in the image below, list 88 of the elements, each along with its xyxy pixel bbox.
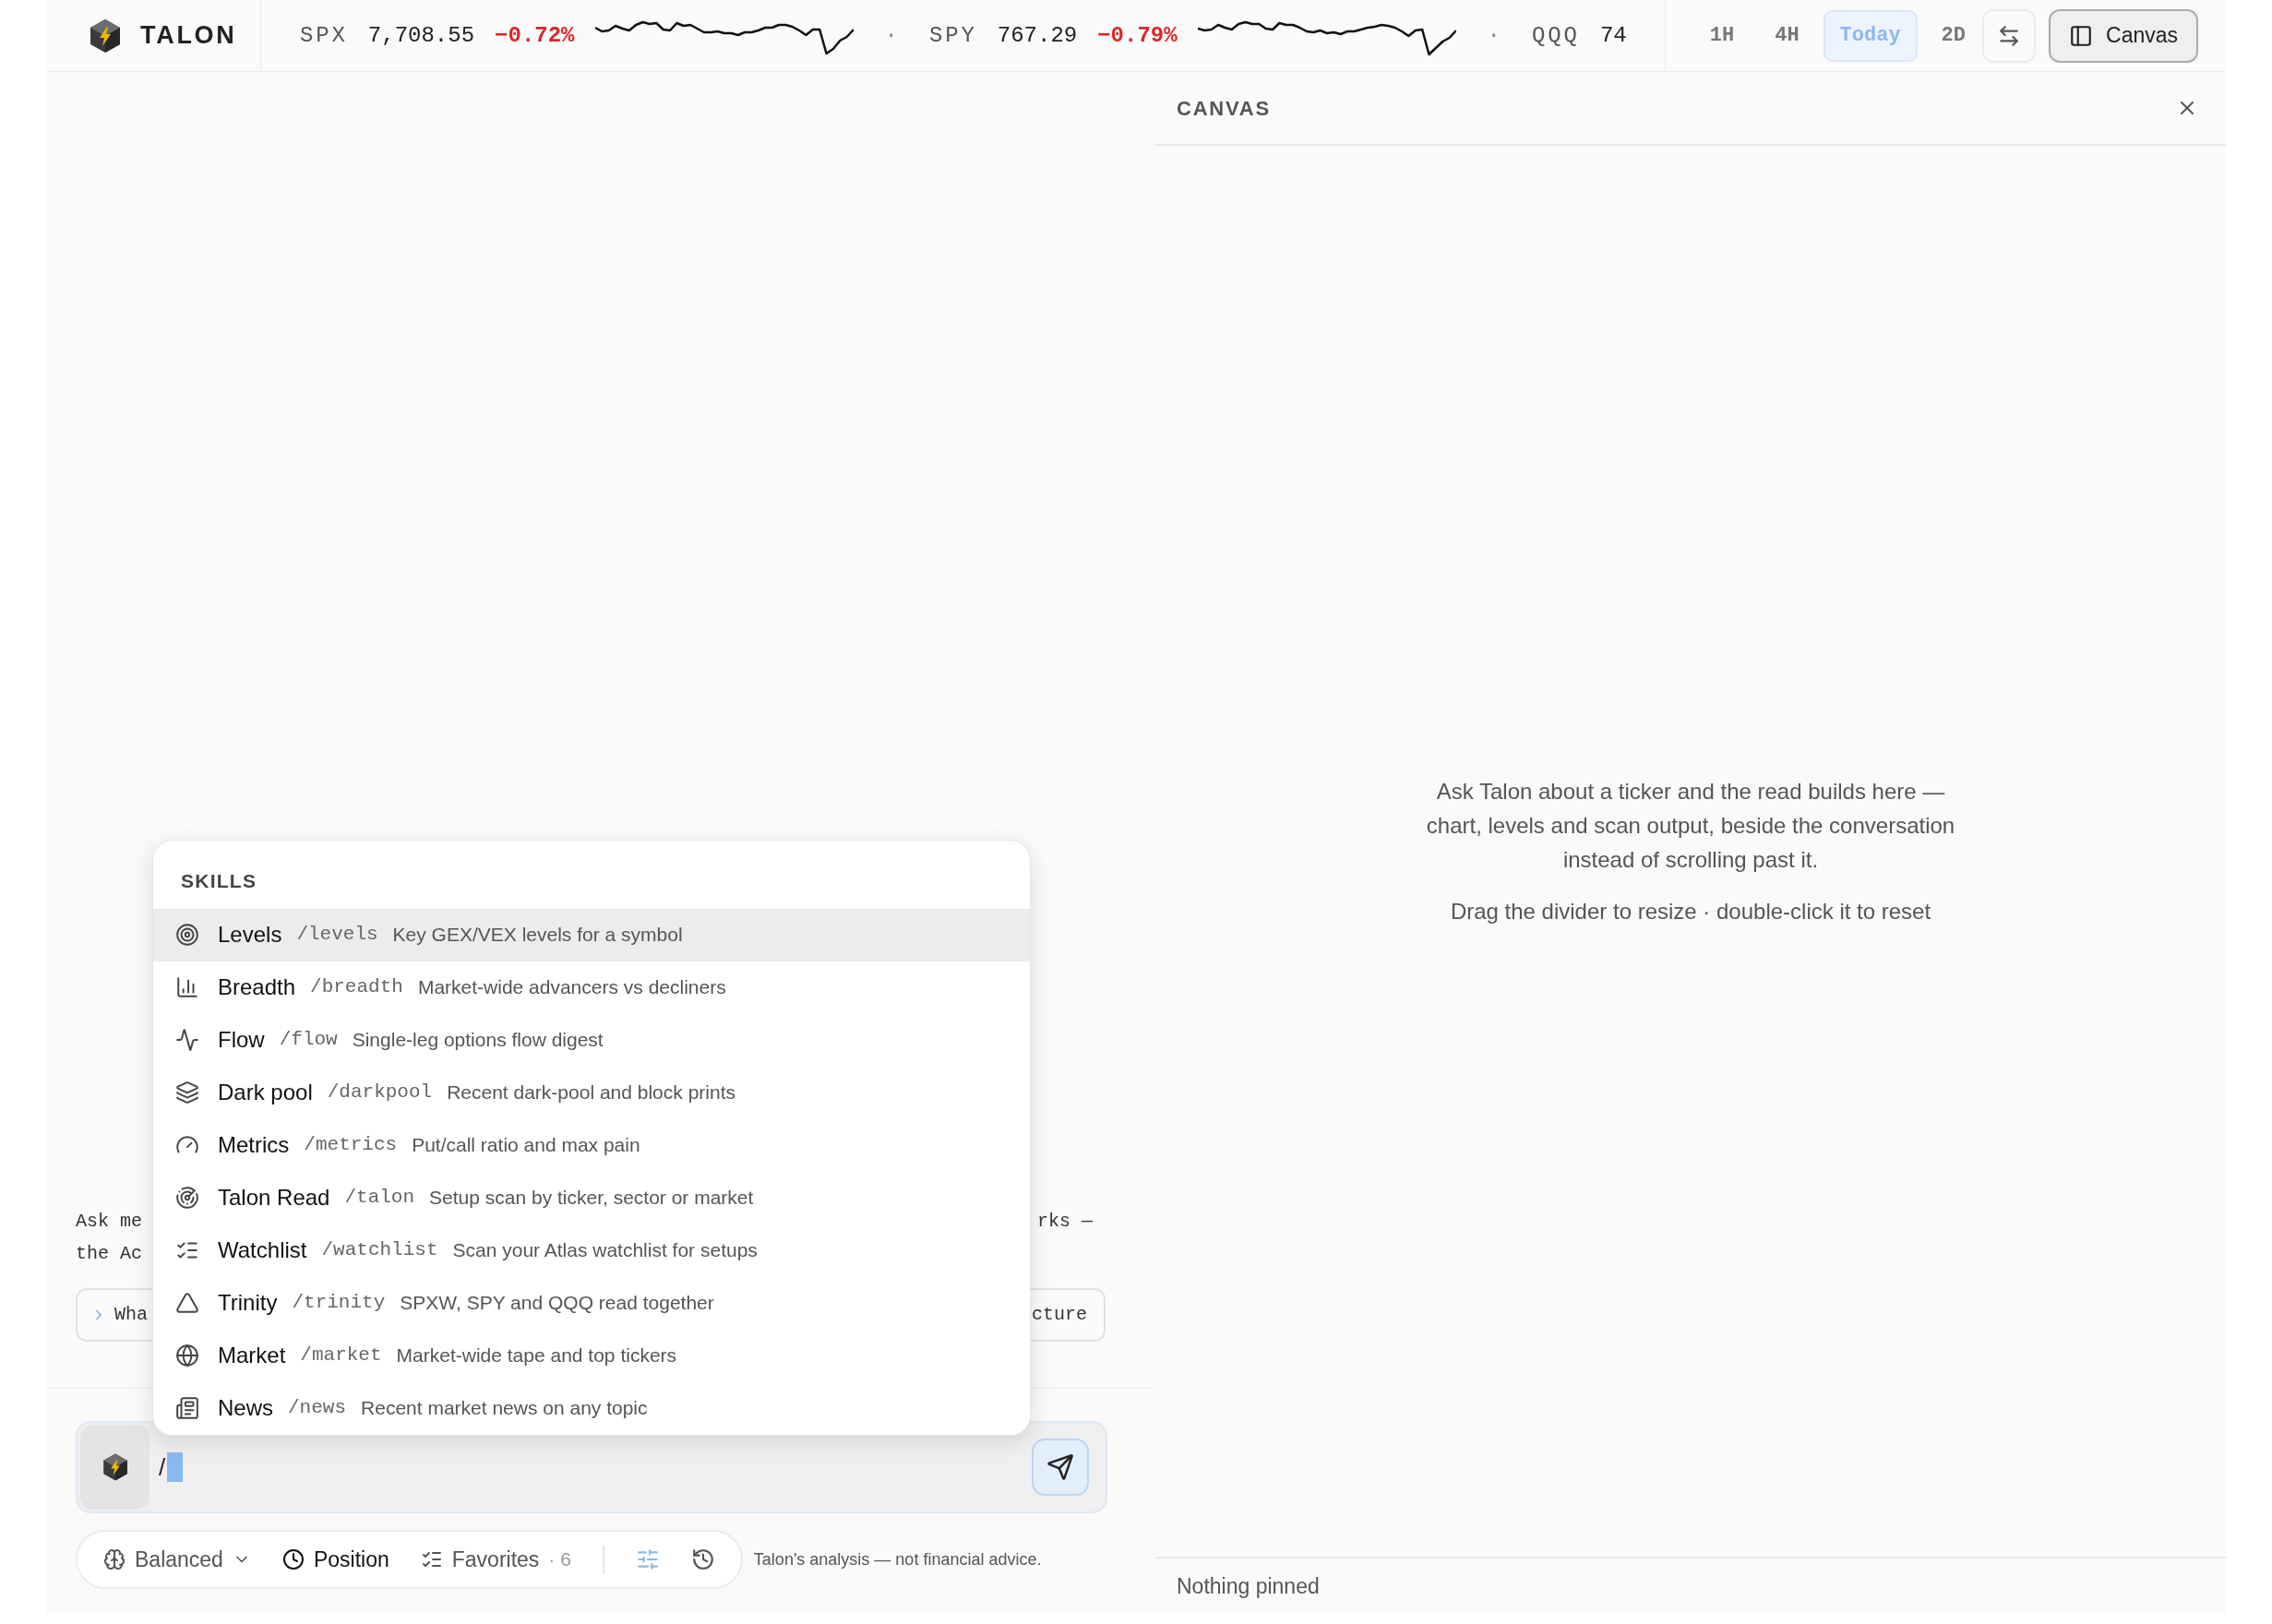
ticker-symbol: SPX xyxy=(300,21,348,50)
canvas-hint: Drag the divider to resize · double-click it to reset xyxy=(1450,898,1931,925)
separator-dot: · xyxy=(1487,21,1501,50)
skill-description: Scan your Atlas watchlist for setups xyxy=(452,1238,758,1263)
send-icon xyxy=(1046,1453,1074,1481)
skill-description: Recent dark-pool and block prints xyxy=(447,1081,735,1105)
ticker-symbol: SPY xyxy=(928,21,977,50)
intro-text: Ask me xyxy=(76,1210,142,1234)
menu-heading: SKILLS xyxy=(180,869,258,893)
app-name: TALON xyxy=(140,20,237,52)
skill-item[interactable]: Dark pool /darkpool Recent dark-pool and block prints xyxy=(153,1066,1030,1119)
skill-description: Recent market news on any topic xyxy=(361,1396,648,1421)
ticker-change: −0.79% xyxy=(1097,21,1178,50)
skill-item[interactable]: Talon Read /talon Setup scan by ticker, sector or market xyxy=(153,1171,1030,1224)
text-cursor xyxy=(167,1452,184,1482)
skill-command: /talon xyxy=(344,1186,415,1211)
skill-name: Breadth xyxy=(218,973,296,1001)
skill-item[interactable]: Market /market Market-wide tape and top tickers xyxy=(153,1329,1030,1382)
skill-command: /metrics xyxy=(304,1133,398,1158)
skill-command: /breadth xyxy=(310,975,403,1000)
ticker-price: 7,708.55 xyxy=(367,21,475,50)
skill-item[interactable]: Flow /flow Single-leg options flow digest xyxy=(153,1013,1030,1067)
skill-name: Talon Read xyxy=(218,1184,330,1212)
sliders-icon xyxy=(635,1547,660,1571)
skill-description: SPXW, SPY and QQQ read together xyxy=(400,1291,714,1316)
history-button[interactable] xyxy=(690,1547,715,1571)
skill-description: Key GEX/VEX levels for a symbol xyxy=(392,923,683,948)
skill-description: Market-wide advancers vs decliners xyxy=(417,975,726,1000)
skill-command: /news xyxy=(288,1396,347,1421)
newspaper-icon xyxy=(175,1396,199,1420)
skill-name: Trinity xyxy=(218,1289,278,1317)
intro-text: rks — xyxy=(1037,1210,1093,1234)
ticker-price: 767.29 xyxy=(997,21,1078,50)
pulse-line-icon xyxy=(175,1028,199,1052)
ticker-change: −0.72% xyxy=(495,21,575,50)
range-tab[interactable]: 1H xyxy=(1692,9,1752,62)
skill-command: /market xyxy=(300,1343,382,1368)
ticker-price: 74 xyxy=(1599,21,1627,50)
skill-command: /darkpool xyxy=(327,1081,433,1105)
swap-button[interactable] xyxy=(1982,8,2036,63)
canvas-toggle-button[interactable]: Canvas xyxy=(2049,8,2198,63)
skill-item[interactable]: Breadth /breadth Market-wide advancers vs decliners xyxy=(153,961,1030,1014)
pinned-status: Nothing pinned xyxy=(1177,1573,1320,1601)
globe-icon xyxy=(175,1343,199,1367)
message-input[interactable]: / xyxy=(159,1449,166,1486)
disclaimer-text: Talon's analysis — not financial advice. xyxy=(753,1548,1042,1570)
skill-name: Flow xyxy=(218,1026,265,1054)
separator-dot: · xyxy=(884,21,898,50)
position-button[interactable]: Position xyxy=(281,1543,389,1576)
panel-icon xyxy=(2069,23,2093,48)
skill-command: /levels xyxy=(296,923,378,948)
skill-name: News xyxy=(218,1394,273,1422)
canvas-empty-message: Ask Talon about a ticker and the read builds here — chart, levels and scan output, beside the conversation instead of scrolling past it. xyxy=(1425,778,1956,874)
intro-text: the Ac xyxy=(76,1242,142,1266)
skill-description: Market-wide tape and top tickers xyxy=(396,1343,677,1368)
skill-name: Metrics xyxy=(218,1131,290,1159)
skill-item[interactable]: Trinity /trinity SPXW, SPY and QQQ read together xyxy=(153,1276,1030,1330)
skill-command: /watchlist xyxy=(321,1238,438,1263)
skill-description: Single-leg options flow digest xyxy=(352,1028,604,1053)
skill-item[interactable]: Watchlist /watchlist Scan your Atlas watchlist for setups xyxy=(153,1224,1030,1277)
skill-name: Market xyxy=(218,1342,286,1369)
mode-dropdown[interactable]: Balanced xyxy=(103,1543,251,1576)
triangle-icon xyxy=(175,1291,199,1315)
skill-description: Setup scan by ticker, sector or market xyxy=(429,1186,754,1211)
clock-icon xyxy=(281,1548,305,1570)
skill-command: /trinity xyxy=(292,1291,386,1316)
skill-name: Levels xyxy=(218,921,282,949)
skill-item[interactable]: Levels /levels Key GEX/VEX levels for a symbol xyxy=(153,908,1030,961)
bar-chart-icon xyxy=(175,975,199,999)
ticker-symbol: QQQ xyxy=(1532,21,1580,50)
agent-button[interactable] xyxy=(80,1425,149,1510)
skill-name: Watchlist xyxy=(218,1236,307,1264)
brain-icon xyxy=(103,1548,126,1570)
send-button[interactable] xyxy=(1032,1439,1089,1496)
history-icon xyxy=(690,1547,715,1571)
skill-item[interactable]: News /news Recent market news on any topic xyxy=(153,1381,1030,1435)
layers-icon xyxy=(175,1081,199,1105)
target-icon xyxy=(175,923,199,947)
skill-command: /flow xyxy=(279,1028,338,1053)
radar-icon xyxy=(175,1186,199,1210)
skill-item[interactable]: Metrics /metrics Put/call ratio and max pain xyxy=(153,1118,1030,1172)
skill-description: Put/call ratio and max pain xyxy=(412,1133,640,1158)
skill-name: Dark pool xyxy=(218,1079,313,1106)
favorites-button[interactable]: Favorites · 6 xyxy=(420,1543,571,1576)
range-tab[interactable]: 2D xyxy=(1924,9,1982,62)
range-tab[interactable]: 4H xyxy=(1758,9,1816,62)
swap-arrows-icon xyxy=(1997,23,2021,48)
canvas-title: CANVAS xyxy=(1177,95,1271,122)
